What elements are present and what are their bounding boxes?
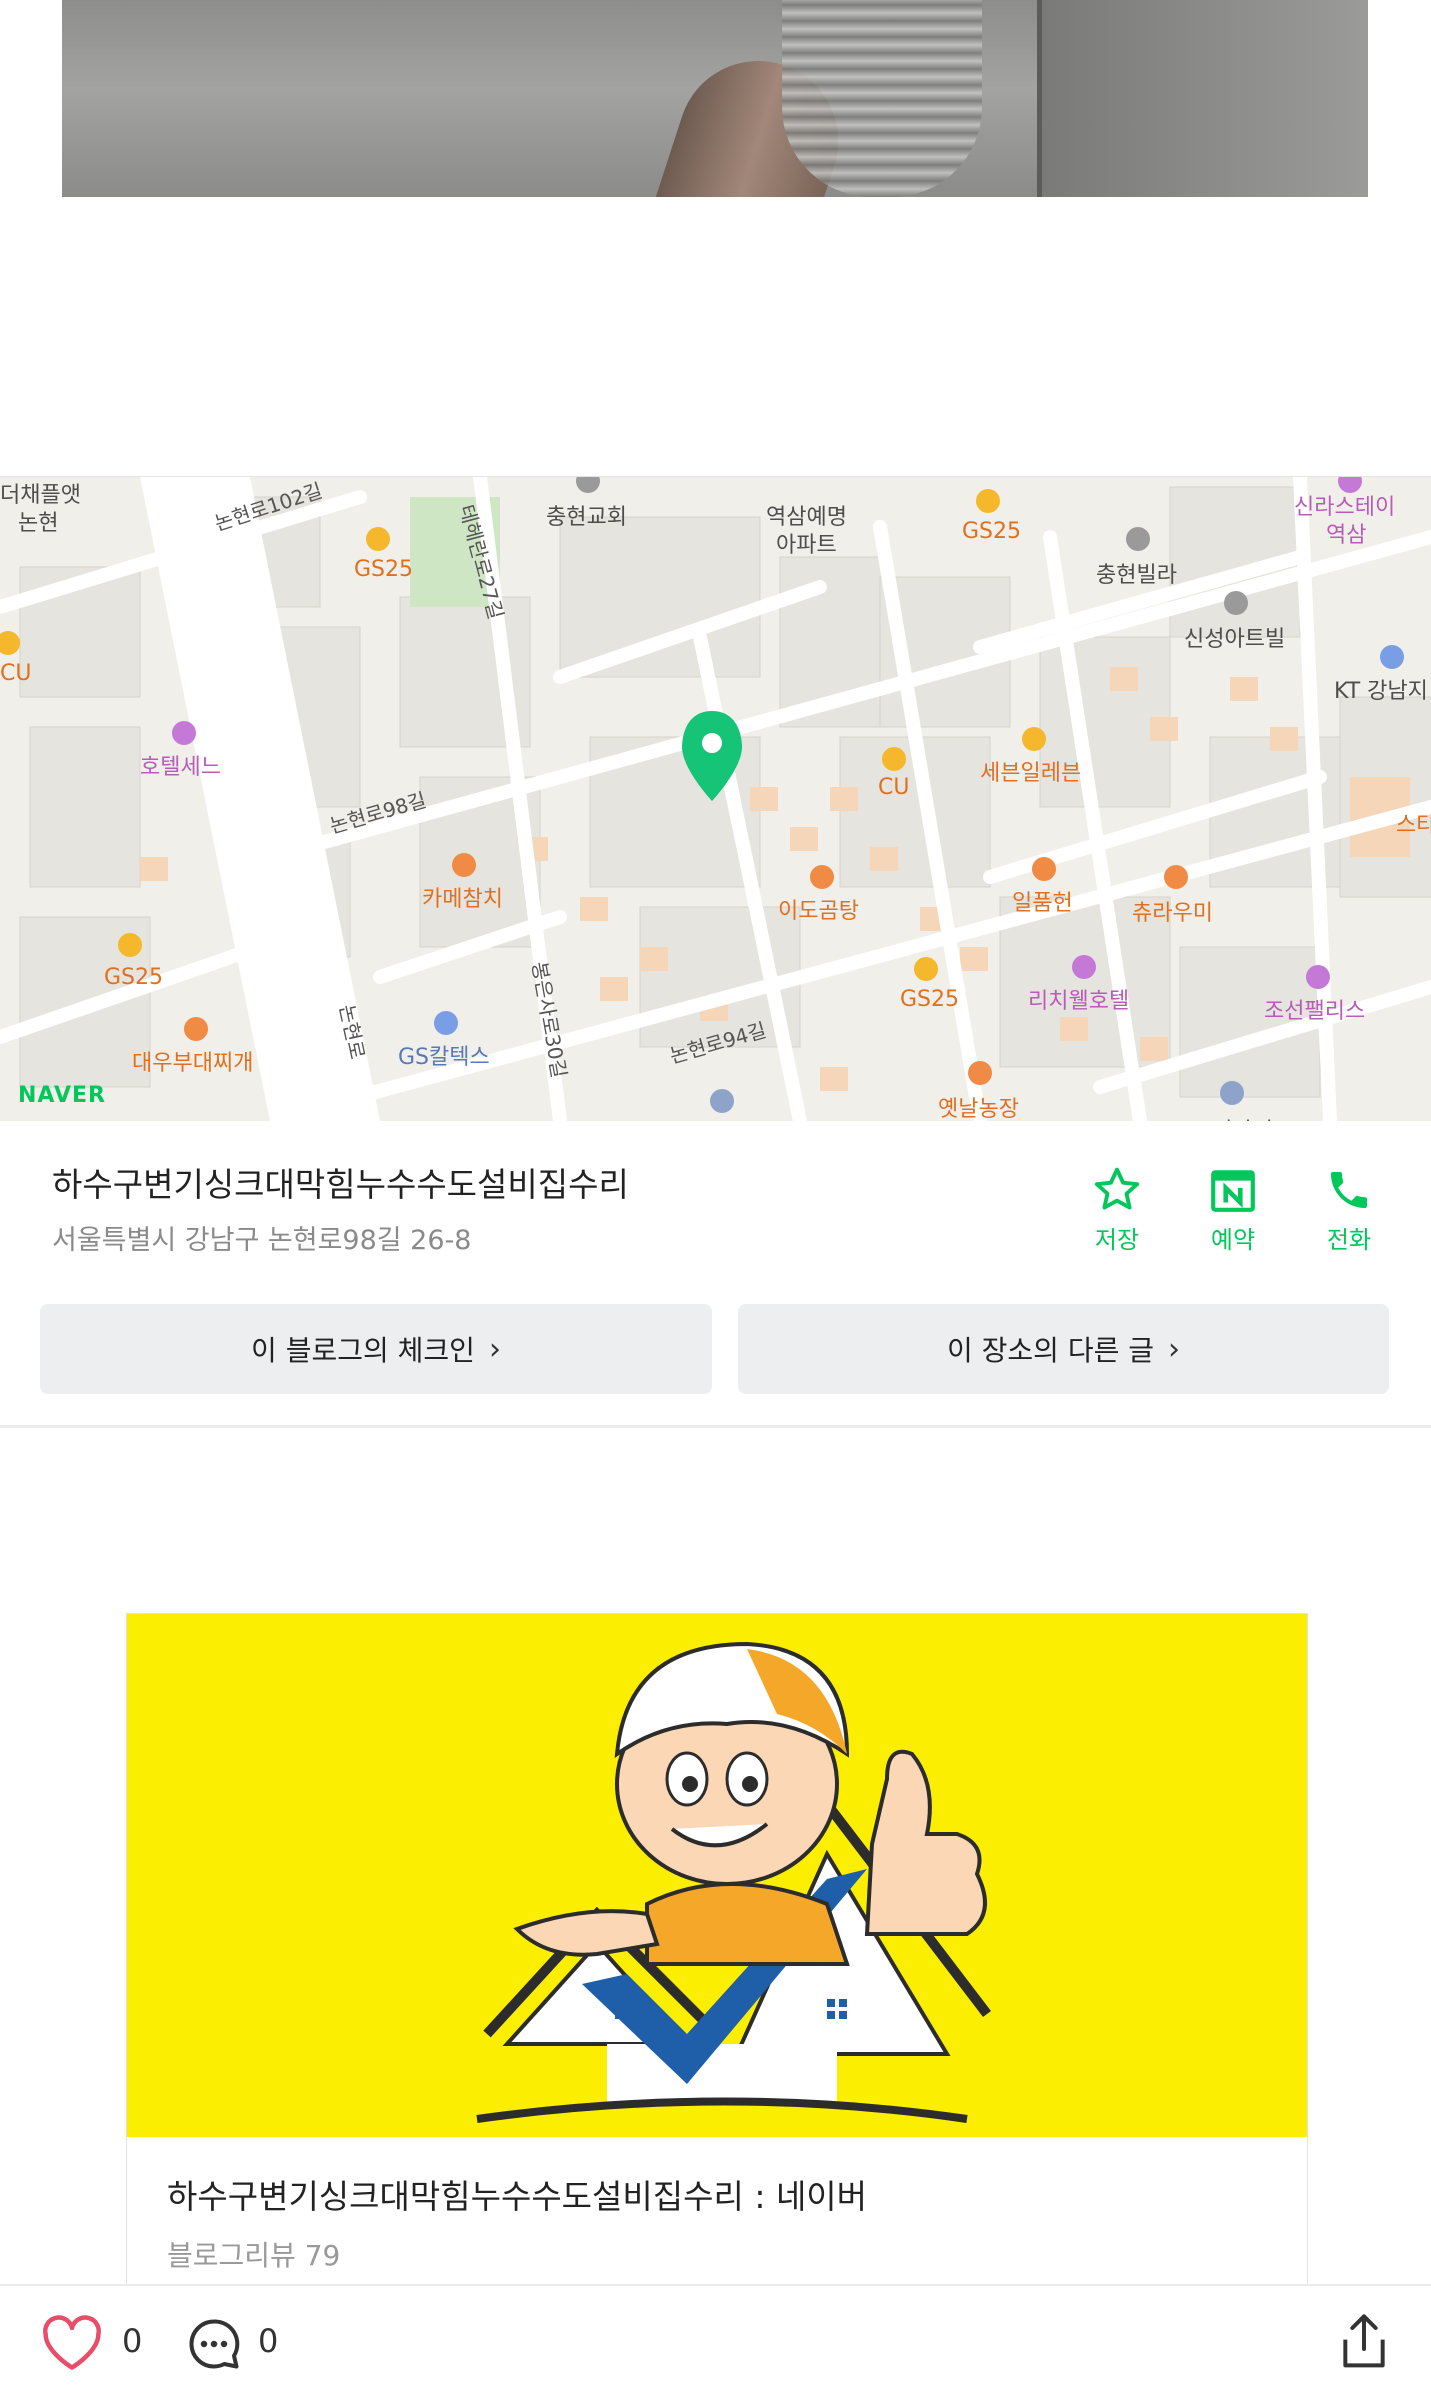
map-poi-label: GS칼텍스 — [398, 1045, 490, 1070]
phone-icon — [1304, 1162, 1394, 1218]
map-poi-label: 충현빌라 — [1096, 563, 1177, 588]
plumber-mascot-image — [476, 1641, 991, 2123]
card-thumbnail — [127, 1614, 1307, 2137]
map-poi-label: 스타 — [1396, 813, 1431, 838]
heart-icon[interactable] — [40, 2314, 104, 2376]
share-icon[interactable] — [1336, 2310, 1392, 2378]
map-poi-label: 아파트 — [776, 533, 837, 558]
map-poi-label: GS25 — [962, 519, 1022, 544]
map-streets — [0, 477, 1431, 1121]
calendar-n-icon — [1188, 1162, 1278, 1218]
comment-icon[interactable] — [184, 2314, 244, 2378]
bottom-action-bar: 0 0 — [0, 2284, 1431, 2404]
save-button[interactable]: 저장 — [1072, 1162, 1162, 1255]
map-poi-label: 옛날농장 — [938, 1097, 1019, 1121]
map-poi-label: 리치웰호텔 — [1028, 989, 1130, 1014]
map-poi-label: GS25 — [900, 987, 960, 1012]
map-poi-label: 조선팰리스 — [1264, 999, 1366, 1024]
blog-link-card[interactable]: 하수구변기싱크대막힘누수수도설비집수리 : 네이버 블로그리뷰 79 — [126, 1613, 1308, 2294]
like-count: 0 — [122, 2322, 143, 2360]
map-poi-label: 세븐일레븐 — [980, 761, 1082, 786]
chevron-right-icon: › — [488, 1331, 501, 1367]
section-divider — [0, 1425, 1431, 1428]
map-poi-label: 논현 — [18, 511, 59, 536]
map-poi-label: 대우부대찌개 — [132, 1051, 254, 1076]
post-photo[interactable] — [62, 0, 1368, 197]
chevron-right-icon: › — [1168, 1331, 1181, 1367]
map-poi-label: 이도곰탕 — [778, 899, 859, 924]
map-poi-label: KT 강남지 — [1334, 679, 1428, 704]
map-poi-label: GS25 — [104, 965, 164, 990]
photo-detail — [1042, 0, 1368, 197]
call-button[interactable]: 전화 — [1304, 1162, 1394, 1255]
comment-count: 0 — [258, 2322, 279, 2360]
blog-checkin-button[interactable]: 이 블로그의 체크인 › — [40, 1304, 712, 1394]
map-poi-label: 호텔세느 — [140, 755, 221, 780]
place-map[interactable]: 더채플앳 논현 충현교회 역삼예명 아파트 GS25 GS25 충현빌라 신라스… — [0, 476, 1431, 1121]
call-label: 전화 — [1326, 1226, 1372, 1254]
map-poi-label: 신성아트빌 — [1184, 627, 1286, 652]
other-posts-label: 이 장소의 다른 글 — [946, 1334, 1155, 1367]
map-poi-label: 충현교회 — [546, 505, 627, 530]
other-posts-button[interactable]: 이 장소의 다른 글 › — [738, 1304, 1389, 1394]
reserve-button[interactable]: 예약 — [1188, 1162, 1278, 1255]
blog-checkin-label: 이 블로그의 체크인 — [251, 1334, 475, 1367]
card-meta: 블로그리뷰 79 — [167, 2239, 341, 2272]
photo-detail — [782, 0, 982, 197]
map-poi-label: CU — [878, 775, 910, 800]
naver-logo: NAVER — [18, 1083, 106, 1108]
map-poi-label: GS25 — [354, 557, 414, 582]
place-address: 서울특별시 강남구 논현로98길 26-8 — [52, 1225, 472, 1256]
reserve-label: 예약 — [1210, 1226, 1256, 1254]
map-poi-label: 코리아이 — [1192, 1113, 1273, 1121]
save-label: 저장 — [1094, 1226, 1140, 1254]
map-poi-label: 카메참치 — [422, 887, 503, 912]
map-poi-label: 역삼 — [1326, 523, 1367, 548]
star-icon — [1072, 1162, 1162, 1218]
card-title: 하수구변기싱크대막힘누수수도설비집수리 : 네이버 — [167, 2177, 868, 2216]
map-poi-label: CU — [0, 661, 32, 686]
map-poi-label: 일품헌 — [1012, 891, 1073, 916]
place-title[interactable]: 하수구변기싱크대막힘누수수도설비집수리 — [52, 1158, 629, 1206]
map-poi-label: 츄라우미 — [1132, 901, 1213, 926]
